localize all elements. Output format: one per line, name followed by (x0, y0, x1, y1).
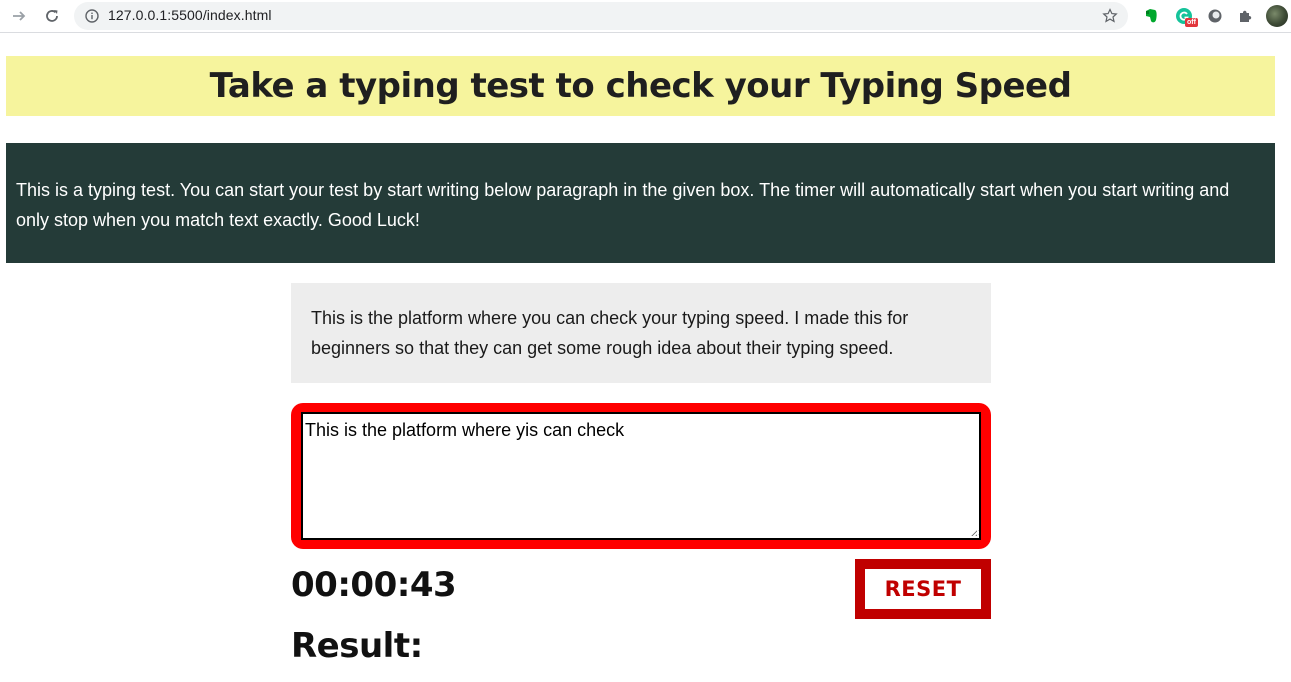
profile-avatar[interactable] (1266, 5, 1288, 27)
star-icon[interactable] (1102, 8, 1118, 24)
info-icon[interactable] (84, 8, 100, 24)
url-text[interactable]: 127.0.0.1:5500/index.html (108, 7, 272, 23)
typing-input[interactable]: This is the platform where yis can check (301, 412, 981, 540)
result-label: Result: (291, 626, 423, 666)
grammarly-icon[interactable]: off (1173, 5, 1198, 27)
timer-display: 00:00:43 (291, 565, 457, 605)
page-header: Take a typing test to check your Typing … (6, 56, 1275, 116)
address-bar[interactable]: 127.0.0.1:5500/index.html (74, 2, 1128, 30)
reset-button[interactable]: RESET (855, 559, 991, 619)
intro-text: This is a typing test. You can start you… (16, 180, 1230, 230)
sample-paragraph-box: This is the platform where you can check… (291, 283, 991, 383)
page-title: Take a typing test to check your Typing … (209, 66, 1072, 106)
typing-area-frame: This is the platform where yis can check (291, 403, 991, 549)
reload-icon[interactable] (40, 4, 64, 28)
extension-off-badge: off (1185, 18, 1198, 27)
browser-toolbar: 127.0.0.1:5500/index.html off (0, 0, 1291, 33)
circle-extension-icon[interactable] (1204, 5, 1226, 27)
intro-banner: This is a typing test. You can start you… (6, 143, 1275, 263)
evernote-icon[interactable] (1140, 5, 1162, 27)
forward-arrow-icon[interactable] (7, 4, 31, 28)
sample-paragraph: This is the platform where you can check… (311, 308, 909, 358)
puzzle-icon[interactable] (1235, 5, 1257, 27)
